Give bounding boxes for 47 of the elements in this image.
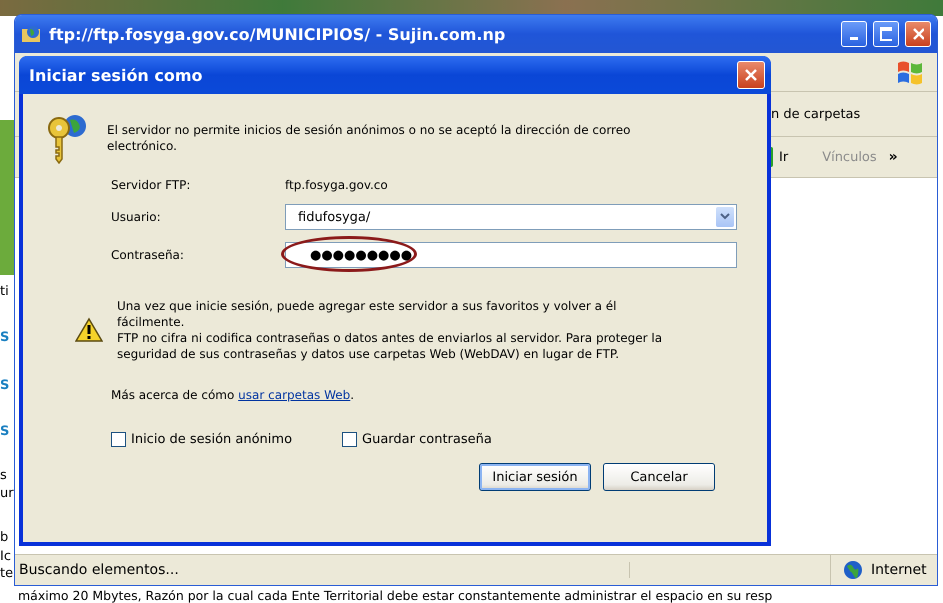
login-button[interactable]: Iniciar sesión bbox=[479, 463, 591, 491]
zone-label: Internet bbox=[871, 562, 927, 578]
maximize-button[interactable] bbox=[873, 21, 899, 47]
server-value: ftp.fosyga.gov.co bbox=[285, 178, 389, 192]
user-combo-field[interactable]: fidufosyga/ bbox=[285, 204, 737, 230]
user-label: Usuario: bbox=[111, 210, 162, 224]
text-fragment: te bbox=[0, 566, 14, 582]
folder-globe-icon bbox=[21, 24, 43, 44]
checkbox[interactable] bbox=[111, 432, 126, 447]
close-icon bbox=[744, 68, 758, 82]
message-text: El servidor no permite inicios de sesión anónimos o no se aceptó la dirección de correo electrónico. bbox=[107, 122, 632, 155]
go-button[interactable]: Ir bbox=[779, 150, 788, 164]
text-fragment: Ic bbox=[0, 549, 11, 565]
maximize-icon bbox=[880, 27, 892, 41]
text-fragment: S bbox=[0, 330, 10, 346]
server-label: Servidor FTP: bbox=[111, 178, 192, 192]
warning-icon bbox=[75, 317, 103, 343]
minimize-button[interactable] bbox=[841, 21, 867, 47]
dropdown-caret-icon[interactable] bbox=[720, 213, 730, 221]
dialog-title: Iniciar sesión como bbox=[29, 66, 204, 84]
chevron-button[interactable]: » bbox=[888, 149, 898, 165]
status-text: Buscando elementos... bbox=[15, 562, 630, 578]
document-text: máximo 20 Mbytes, Razón por la cual cada Ente Territorial debe estar constantemente administrar el espacio en su resp bbox=[18, 588, 772, 603]
text-fragment: ti bbox=[0, 284, 9, 300]
text-fragment: b bbox=[0, 530, 8, 546]
close-icon bbox=[912, 27, 924, 41]
text-fragment: S bbox=[0, 424, 10, 440]
window-title: ftp://ftp.fosyga.gov.co/MUNICIPIOS/ - Sujin.com.np bbox=[49, 24, 506, 44]
folders-button[interactable]: n de carpetas bbox=[771, 106, 860, 122]
text-fragment: S bbox=[0, 378, 10, 394]
password-label: Contraseña: bbox=[111, 248, 185, 262]
web-folders-link[interactable]: usar carpetas Web bbox=[238, 388, 350, 402]
close-button[interactable] bbox=[737, 61, 765, 89]
text-fragment: ur bbox=[0, 486, 14, 502]
cancel-button[interactable]: Cancelar bbox=[603, 463, 715, 491]
checkbox[interactable] bbox=[342, 432, 358, 447]
info-text: Una vez que inicie sesión, puede agregar este servidor a sus favoritos y volver a él fácilmente. bbox=[117, 298, 618, 330]
password-field[interactable]: ●●●●●●●●● bbox=[285, 242, 737, 268]
more-info-text: Más acerca de cómo usar carpetas Web. bbox=[111, 388, 356, 402]
warning-text: FTP no cifra ni codifica contraseñas o datos antes de enviarlos al servidor. Para proteger la seguridad de sus contraseñas y datos use carpetas Web (WebDAV) en lugar de FTP. bbox=[117, 330, 664, 362]
checkbox-label[interactable]: Guardar contraseña bbox=[362, 432, 492, 447]
close-button[interactable] bbox=[905, 21, 931, 47]
checkbox-label[interactable]: Inicio de sesión anónimo bbox=[131, 432, 292, 447]
minimize-icon bbox=[850, 36, 858, 40]
windows-flag-icon bbox=[895, 59, 925, 85]
globe-icon bbox=[843, 560, 863, 580]
text-fragment: s bbox=[0, 468, 7, 484]
